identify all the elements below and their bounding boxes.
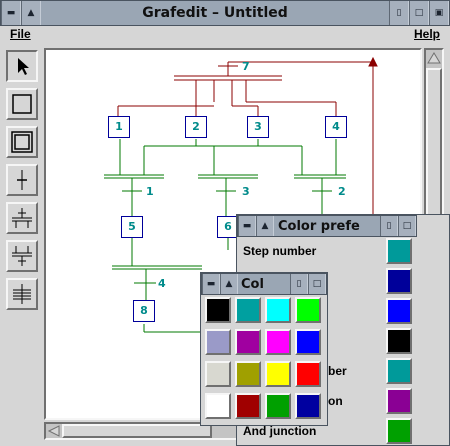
scroll-up-arrow-icon[interactable] — [427, 51, 441, 65]
pref-color-swatch[interactable] — [386, 268, 412, 294]
color-picker-window: ▬ ▲ Col ▯ □ — [200, 272, 328, 426]
or-junction-tool-button[interactable] — [6, 278, 38, 310]
and-divergence-tool-button[interactable] — [6, 202, 38, 234]
horizontal-scroll-thumb[interactable] — [62, 424, 212, 438]
palette-color-swatch[interactable] — [205, 361, 231, 387]
minimize-icon: ▯ — [396, 8, 402, 18]
and-junction-label: And junction — [243, 424, 317, 438]
step-box[interactable]: 3 — [247, 116, 269, 138]
transition-label: 4 — [158, 277, 166, 290]
and-convergence-tool-button[interactable] — [6, 240, 38, 272]
window-title: Grafedit – Untitled — [142, 5, 288, 21]
maximize-button[interactable]: □ — [308, 274, 326, 294]
step-tool-button[interactable] — [6, 88, 38, 120]
select-tool-button[interactable] — [6, 50, 38, 82]
triangle-up-icon: ▲ — [261, 221, 269, 231]
maximize-icon: □ — [414, 8, 424, 18]
maximize-button[interactable]: □ — [409, 1, 429, 25]
shade-button[interactable]: ▲ — [21, 1, 41, 25]
palette-color-swatch[interactable] — [235, 393, 261, 419]
step-box[interactable]: 4 — [325, 116, 347, 138]
palette-color-swatch[interactable] — [235, 329, 261, 355]
minimize-button[interactable]: ▯ — [380, 216, 398, 236]
pref-label: on — [328, 394, 343, 408]
palette-color-swatch[interactable] — [265, 329, 291, 355]
color-prefs-title: Color prefe — [278, 218, 360, 234]
step-box-icon — [12, 94, 32, 114]
dash-icon: ▬ — [6, 8, 16, 18]
pref-color-swatch[interactable] — [386, 238, 412, 264]
pref-color-swatch[interactable] — [386, 298, 412, 324]
color-prefs-title-bar[interactable]: ▬ ▲ Color prefe ▯ □ — [237, 215, 417, 237]
step-box[interactable]: 1 — [108, 116, 130, 138]
palette-color-swatch[interactable] — [295, 297, 321, 323]
maximize-icon: □ — [312, 279, 322, 289]
window-menu-button[interactable]: ▬ — [238, 216, 256, 236]
pref-color-swatch[interactable] — [386, 328, 412, 354]
menu-file[interactable]: File — [10, 27, 31, 41]
return-link — [227, 56, 378, 230]
palette-color-swatch[interactable] — [295, 329, 321, 355]
dash-icon: ▬ — [206, 279, 216, 289]
window-menu-button[interactable]: ▬ — [202, 274, 220, 294]
minimize-icon: ▯ — [296, 279, 302, 289]
minimize-button[interactable]: ▯ — [389, 1, 409, 25]
step-box[interactable]: 5 — [121, 216, 143, 238]
transition-tool-button[interactable] — [6, 164, 38, 196]
menu-help[interactable]: Help — [414, 27, 440, 41]
transition-label: 1 — [146, 185, 154, 198]
pref-label: ber — [328, 364, 347, 378]
and-convergence-icon — [12, 246, 32, 266]
color-picker-title: Col — [241, 276, 264, 292]
transition-icon — [17, 170, 27, 190]
transition-label: 2 — [338, 185, 346, 198]
palette-color-swatch[interactable] — [295, 393, 321, 419]
step-box[interactable]: 2 — [185, 116, 207, 138]
color-picker-title-bar[interactable]: ▬ ▲ Col ▯ □ — [201, 273, 327, 295]
pref-color-swatch[interactable] — [386, 358, 412, 384]
double-box-icon — [11, 131, 33, 153]
shade-button[interactable]: ▲ — [220, 274, 238, 294]
triangle-up-icon: ▲ — [27, 8, 35, 18]
pref-color-swatch[interactable] — [386, 418, 412, 444]
or-junction-icon — [13, 284, 31, 304]
palette-color-swatch[interactable] — [265, 361, 291, 387]
and-divergence-icon — [12, 208, 32, 228]
scroll-left-arrow-icon[interactable] — [47, 425, 61, 437]
palette-color-swatch[interactable] — [295, 361, 321, 387]
palette-color-swatch[interactable] — [265, 297, 291, 323]
window-menu-button[interactable]: ▬ — [1, 1, 21, 25]
step-number-label: Step number — [243, 244, 317, 258]
shade-button[interactable]: ▲ — [256, 216, 274, 236]
initial-step-label: 7 — [242, 60, 250, 73]
step-box[interactable]: 8 — [133, 300, 155, 322]
palette-color-swatch[interactable] — [235, 361, 261, 387]
minimize-button[interactable]: ▯ — [290, 274, 308, 294]
palette-color-swatch[interactable] — [235, 297, 261, 323]
initial-step-tool-button[interactable] — [6, 126, 38, 158]
palette-color-swatch[interactable] — [205, 329, 231, 355]
maximize-icon: □ — [402, 221, 412, 231]
palette-color-swatch[interactable] — [265, 393, 291, 419]
main-title-bar[interactable]: ▬ ▲ Grafedit – Untitled ▯ □ ▣ — [0, 0, 450, 26]
palette-color-swatch[interactable] — [205, 297, 231, 323]
triangle-up-icon: ▲ — [225, 279, 233, 289]
pref-color-swatch[interactable] — [386, 388, 412, 414]
close-icon: ▣ — [434, 8, 444, 18]
maximize-button[interactable]: □ — [398, 216, 416, 236]
dash-icon: ▬ — [242, 221, 252, 231]
palette-color-swatch[interactable] — [205, 393, 231, 419]
minimize-icon: ▯ — [386, 221, 392, 231]
close-button[interactable]: ▣ — [429, 1, 449, 25]
initial-divergence — [117, 65, 337, 118]
arrow-pointer-icon — [18, 58, 29, 75]
transition-label: 3 — [242, 185, 250, 198]
